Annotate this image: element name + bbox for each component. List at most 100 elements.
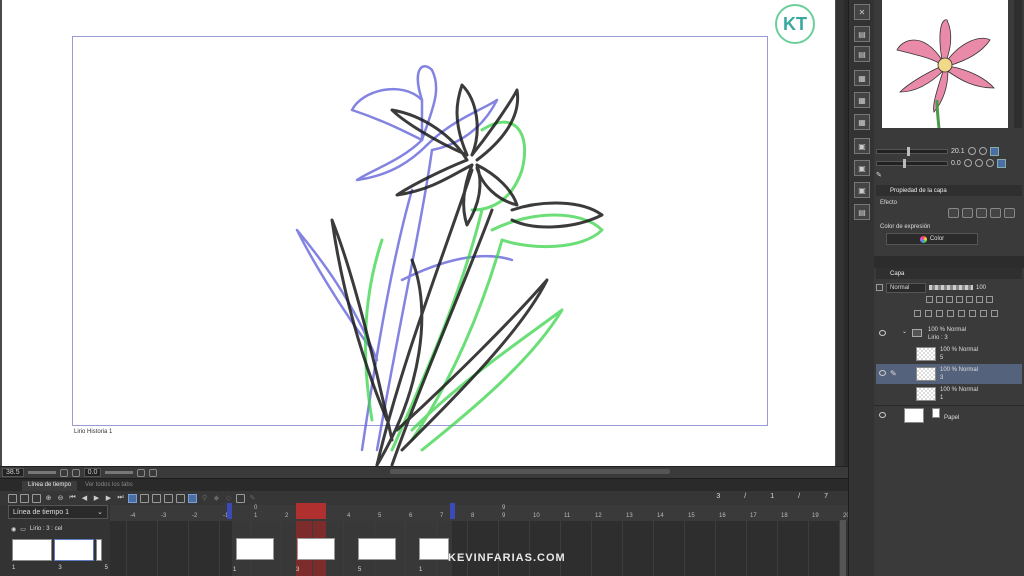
timeline-cel[interactable] (358, 538, 396, 560)
new-raster-layer-icon[interactable] (914, 310, 921, 317)
playhead-marker[interactable] (296, 503, 326, 519)
play-icon[interactable]: ▶ (92, 494, 101, 503)
first-frame-icon[interactable]: ⏮ (68, 494, 77, 503)
canvas-vertical-scrollbar[interactable] (836, 0, 844, 466)
palette-color-icon[interactable] (976, 296, 983, 303)
frame-grid[interactable] (110, 521, 840, 576)
delete-cel-icon[interactable] (176, 493, 185, 503)
new-anim-folder-icon[interactable] (140, 493, 149, 503)
rotate-right-icon[interactable] (149, 468, 158, 477)
onion-skin-icon[interactable] (188, 493, 197, 503)
track-row-header[interactable]: ◉ ▭ Lirio : 3 : cel (8, 523, 108, 535)
angle-field[interactable]: 0.0 (83, 468, 102, 477)
edit-timeline-icon[interactable] (20, 493, 29, 503)
layer-color-icon[interactable] (990, 208, 1001, 218)
rotate-right-icon[interactable] (974, 159, 983, 167)
layer-row-selected[interactable]: ✎ 100 % Normal 3 (876, 364, 1022, 384)
lock-transparency-icon[interactable] (936, 296, 943, 303)
layer-row[interactable]: 100 % Normal 1 (876, 384, 1022, 404)
fit-view-icon[interactable] (989, 146, 999, 156)
reference-icon[interactable] (956, 296, 963, 303)
canvas-horizontal-scrollbar[interactable] (390, 469, 670, 474)
opacity-value[interactable]: 100 (976, 285, 986, 291)
draft-icon[interactable] (966, 296, 973, 303)
opacity-slider[interactable] (929, 285, 973, 290)
mask-icon[interactable] (986, 296, 993, 303)
navigator-scrollbar[interactable] (1014, 0, 1022, 128)
eye-icon[interactable]: ◉ (11, 526, 16, 533)
new-anim-cel-icon[interactable] (152, 493, 161, 503)
layer-row[interactable]: 100 % Normal 5 (876, 344, 1022, 364)
tab-view-all[interactable]: Ver todos los tabs (79, 481, 139, 491)
zoom-field[interactable]: 38.5 (2, 468, 24, 477)
timeline-vertical-scrollbar[interactable] (840, 520, 846, 576)
angle-slider[interactable] (105, 471, 134, 474)
cel-thumbnail[interactable] (96, 539, 102, 561)
specify-cel-icon[interactable] (164, 493, 173, 503)
zoom-slider[interactable] (27, 471, 56, 474)
panel-icon[interactable]: ▣ (854, 182, 870, 198)
fit-icon[interactable] (59, 468, 68, 477)
zoom-in-icon[interactable] (978, 147, 987, 155)
range-end-marker[interactable] (450, 503, 455, 519)
next-frame-icon[interactable]: ▶ (104, 494, 113, 503)
mask-layer-icon[interactable] (969, 310, 976, 317)
panel-icon[interactable]: ▣ (854, 138, 870, 154)
transfer-down-icon[interactable] (947, 310, 954, 317)
eye-icon[interactable] (879, 330, 886, 336)
rotate-left-icon[interactable] (137, 468, 146, 477)
layer-row-paper[interactable]: Papel (876, 406, 1022, 426)
panel-icon[interactable]: ▣ (854, 160, 870, 176)
pen-icon[interactable]: ✎ (248, 494, 257, 503)
rotate-left-icon[interactable] (963, 159, 972, 167)
panel-icon[interactable]: ▤ (854, 26, 870, 42)
new-folder-icon[interactable] (936, 310, 943, 317)
timeline-select[interactable]: Línea de tiempo 1 ⌄ (8, 505, 108, 519)
border-effect-icon[interactable] (948, 208, 959, 218)
panel-icon[interactable]: ▦ (854, 70, 870, 86)
timeline-cel[interactable] (419, 538, 449, 560)
prev-frame-icon[interactable]: ◀ (80, 494, 89, 503)
reset-rotation-icon[interactable] (985, 159, 994, 167)
eyedropper-icon[interactable]: ✎ (876, 171, 882, 179)
frame-ruler[interactable]: -4-3-2-112345678910111213141516171819200… (110, 505, 850, 521)
panel-icon[interactable]: ▤ (854, 46, 870, 62)
combine-icon[interactable] (958, 310, 965, 317)
edit-keyframe-icon[interactable]: ◇ (224, 494, 233, 503)
tone-icon[interactable] (976, 208, 987, 218)
clip-icon[interactable] (946, 296, 953, 303)
panel-icon[interactable]: ▦ (854, 92, 870, 108)
apply-mask-icon[interactable] (980, 310, 987, 317)
expression-color-select[interactable]: Color (886, 233, 978, 245)
timeline-cel[interactable] (236, 538, 274, 560)
actual-size-icon[interactable] (71, 468, 80, 477)
tab-timeline[interactable]: Línea de tiempo (22, 481, 78, 491)
zoom-out-icon[interactable]: ⊖ (56, 494, 65, 503)
range-start-marker[interactable] (227, 503, 232, 519)
new-vector-layer-icon[interactable] (925, 310, 932, 317)
navigator-preview[interactable] (882, 0, 1008, 129)
canvas-area[interactable]: Lirio Historia 1 KT (0, 0, 840, 467)
blend-mode-select[interactable]: Normal (886, 282, 926, 293)
lock-icon[interactable] (926, 296, 933, 303)
timeline-cel[interactable] (297, 538, 335, 560)
delete-layer-icon[interactable] (991, 310, 998, 317)
close-panel-icon[interactable]: ✕ (854, 4, 870, 20)
panel-icon[interactable]: ▦ (854, 114, 870, 130)
flip-horizontal-icon[interactable] (996, 158, 1006, 168)
keyframe-icon[interactable]: ◆ (212, 494, 221, 503)
eye-icon[interactable] (879, 370, 886, 376)
zoom-in-icon[interactable]: ⊕ (44, 494, 53, 503)
light-table-icon[interactable]: ⚲ (200, 494, 209, 503)
layer-row-folder[interactable]: ⌄ 100 % Normal Lirio : 3 (876, 324, 1022, 344)
cel-thumbnail[interactable] (12, 539, 52, 561)
panel-icon[interactable]: ▤ (854, 204, 870, 220)
zoom-out-icon[interactable] (967, 147, 976, 155)
eye-icon[interactable] (879, 412, 886, 418)
frame-rate-icon[interactable] (32, 493, 41, 503)
keyframe-settings-icon[interactable] (236, 493, 245, 503)
loop-icon[interactable] (128, 493, 137, 503)
zoom-slider[interactable] (876, 146, 948, 156)
last-frame-icon[interactable]: ⏭ (116, 494, 125, 503)
layer-menu-icon[interactable] (876, 284, 883, 291)
